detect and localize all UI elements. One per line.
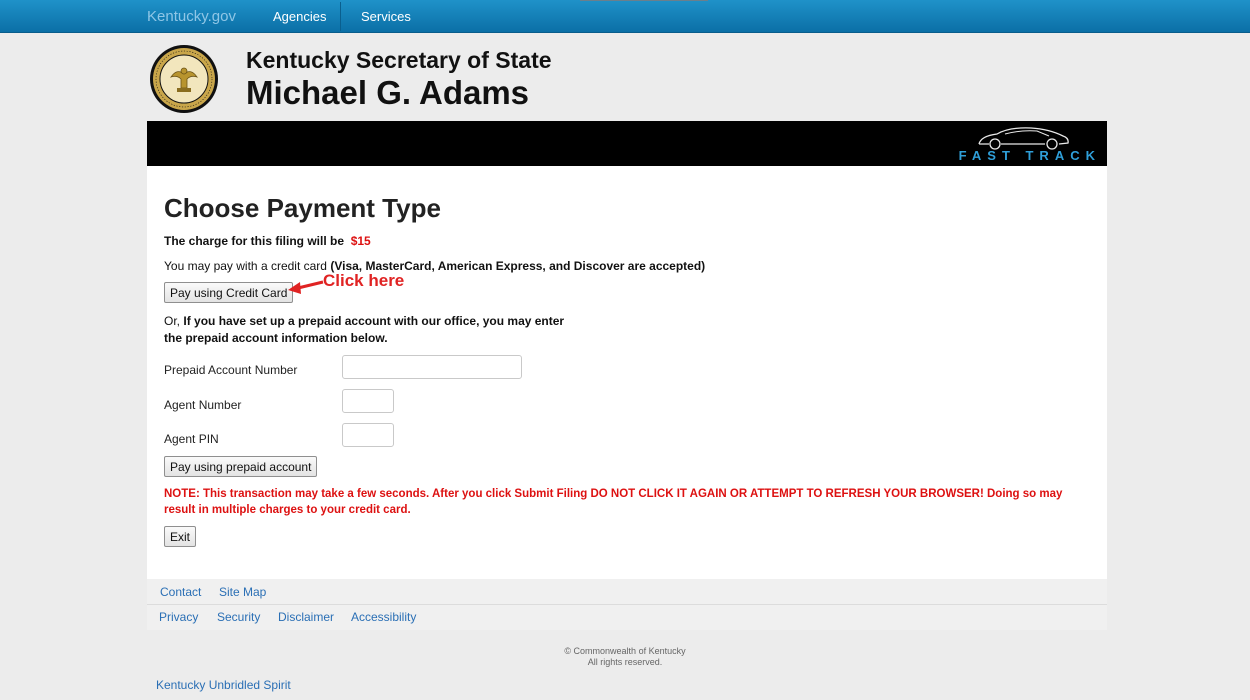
- agent-number-input[interactable]: [342, 389, 394, 413]
- footer-row-2: Privacy Security Disclaimer Accessibilit…: [147, 604, 1107, 630]
- nav-divider: [340, 2, 341, 31]
- click-here-annotation: Click here: [323, 271, 405, 290]
- pay-credit-card-button[interactable]: Pay using Credit Card: [164, 282, 294, 303]
- copyright-text: © Commonwealth of Kentucky: [564, 646, 686, 656]
- footer-link-privacy[interactable]: Privacy: [159, 610, 198, 624]
- fast-track-logo: FAST TRACK: [958, 148, 1101, 163]
- car-icon: [978, 127, 1069, 150]
- rights-text: All rights reserved.: [587, 657, 663, 667]
- prepaid-text-1: If you have set up a prepaid account wit…: [183, 314, 565, 328]
- red-arrow-icon: [288, 280, 324, 294]
- nav-services[interactable]: Services: [361, 9, 411, 24]
- charge-line: The charge for this filing will be $15: [164, 234, 371, 248]
- agent-pin-label: Agent PIN: [164, 432, 219, 446]
- footer-link-contact[interactable]: Contact: [160, 585, 201, 599]
- footer-link-security[interactable]: Security: [217, 610, 260, 624]
- footer-link-site-map[interactable]: Site Map: [219, 585, 266, 599]
- kentucky-seal-icon: [150, 45, 218, 113]
- official-name: Michael G. Adams: [246, 74, 530, 111]
- account-number-label: Prepaid Account Number: [164, 363, 298, 377]
- account-number-input[interactable]: [342, 355, 522, 379]
- nav-indicator: [580, 0, 708, 1]
- charge-amount: $15: [350, 234, 371, 248]
- credit-text: You may pay with a credit card: [164, 259, 327, 273]
- exit-button[interactable]: Exit: [164, 526, 197, 547]
- pay-prepaid-button[interactable]: Pay using prepaid account: [164, 456, 318, 477]
- charge-text: The charge for this filing will be: [164, 234, 345, 248]
- page-title: Choose Payment Type: [164, 193, 441, 223]
- prepaid-or: Or,: [164, 314, 181, 328]
- footer-link-disclaimer[interactable]: Disclaimer: [278, 610, 334, 624]
- nav-agencies[interactable]: Agencies: [273, 9, 326, 24]
- warning-note: NOTE: This transaction may take a few se…: [164, 488, 1063, 516]
- credit-card-line: You may pay with a credit card (Visa, Ma…: [164, 259, 705, 273]
- office-title: Kentucky Secretary of State: [246, 47, 552, 73]
- prepaid-text-2: the prepaid account information below.: [164, 331, 388, 345]
- footer-link-accessibility[interactable]: Accessibility: [351, 610, 416, 624]
- fast-track-banner: FAST TRACK: [147, 121, 1107, 166]
- top-navigation-bar: Kentucky.gov Agencies Services: [0, 0, 1250, 33]
- kentucky-gov-link[interactable]: Kentucky.gov: [147, 8, 236, 25]
- unbridled-spirit-link[interactable]: Kentucky Unbridled Spirit: [156, 678, 291, 692]
- agent-pin-input[interactable]: [342, 423, 394, 447]
- agent-number-label: Agent Number: [164, 398, 242, 412]
- prepaid-instructions: Or, If you have set up a prepaid account…: [164, 313, 564, 347]
- footer-links: Contact Site Map Privacy Security Discla…: [147, 579, 1107, 630]
